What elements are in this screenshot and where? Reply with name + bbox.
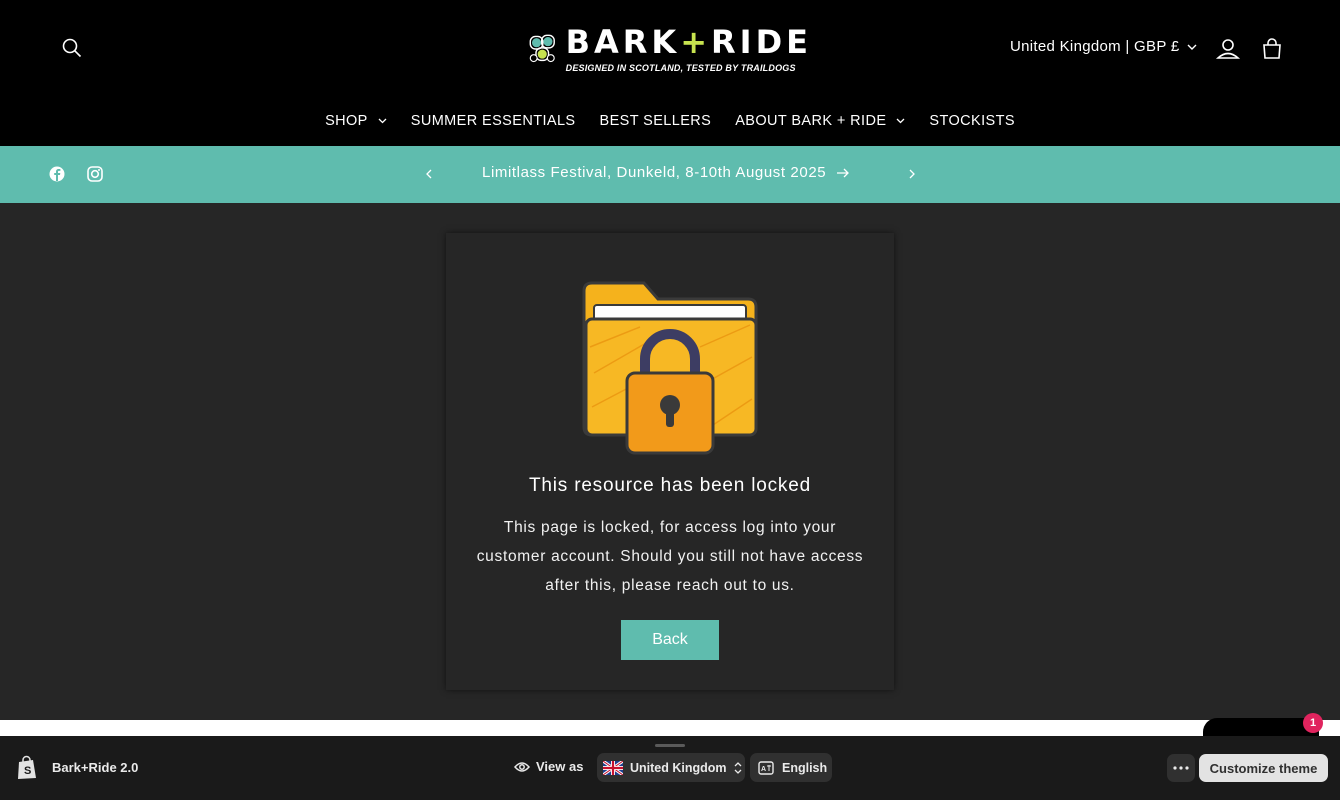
chevron-down-icon bbox=[1187, 44, 1197, 50]
chevron-down-icon bbox=[896, 118, 905, 124]
search-button[interactable] bbox=[58, 34, 86, 62]
site-logo[interactable]: BARK+RIDE DESIGNED IN SCOTLAND, TESTED B… bbox=[528, 20, 812, 78]
preview-language-select[interactable]: A English bbox=[750, 753, 832, 782]
svg-text:S: S bbox=[24, 765, 31, 777]
shopify-preview-bar: S Bark+Ride 2.0 View as United Kingdom A… bbox=[0, 736, 1340, 800]
back-button[interactable]: Back bbox=[621, 620, 719, 660]
nav-item-about[interactable]: ABOUT BARK + RIDE bbox=[723, 106, 917, 136]
nav-label: SUMMER ESSENTIALS bbox=[410, 113, 576, 129]
cart-icon bbox=[1263, 38, 1281, 59]
nav-label: SHOP bbox=[325, 113, 368, 129]
country-label: United Kingdom | GBP £ bbox=[1010, 38, 1180, 55]
announcement-prev-button[interactable] bbox=[420, 164, 440, 184]
facebook-icon bbox=[49, 166, 65, 182]
drag-handle[interactable] bbox=[655, 744, 685, 747]
nav-item-summer-essentials[interactable]: SUMMER ESSENTIALS bbox=[399, 106, 588, 136]
chevron-right-icon bbox=[909, 169, 915, 179]
account-button[interactable] bbox=[1214, 35, 1242, 63]
logo-tagline: DESIGNED IN SCOTLAND, TESTED BY TRAILDOG… bbox=[565, 63, 796, 73]
footer-strip bbox=[0, 720, 1340, 736]
customize-theme-button[interactable]: Customize theme bbox=[1199, 754, 1328, 782]
announcement-text: Limitlass Festival, Dunkeld, 8-10th Augu… bbox=[482, 164, 827, 181]
search-icon bbox=[62, 38, 82, 58]
logo-title: BARK+RIDE bbox=[565, 23, 812, 61]
announcement-bar: Limitlass Festival, Dunkeld, 8-10th Augu… bbox=[0, 146, 1340, 203]
nav-item-shop[interactable]: SHOP bbox=[313, 106, 399, 136]
language-icon: A bbox=[758, 760, 774, 775]
locked-message: This page is locked, for access log into… bbox=[476, 519, 864, 594]
cart-button[interactable] bbox=[1258, 35, 1286, 63]
chat-notification-badge: 1 bbox=[1303, 713, 1323, 733]
locked-title: This resource has been locked bbox=[529, 475, 811, 496]
nav-label: STOCKISTS bbox=[929, 113, 1015, 129]
nav-label: ABOUT BARK + RIDE bbox=[735, 113, 887, 129]
nav-label: BEST SELLERS bbox=[599, 113, 712, 129]
country-currency-selector[interactable]: United Kingdom | GBP £ bbox=[1010, 38, 1197, 55]
announcement-next-button[interactable] bbox=[902, 164, 922, 184]
nav-item-stockists[interactable]: STOCKISTS bbox=[917, 106, 1027, 136]
more-horizontal-icon bbox=[1173, 766, 1189, 770]
account-icon bbox=[1215, 39, 1241, 59]
view-as-text: View as bbox=[536, 759, 584, 774]
arrow-right-icon bbox=[837, 168, 850, 177]
preview-language-label: English bbox=[782, 760, 828, 775]
instagram-link[interactable] bbox=[85, 164, 105, 184]
announcement-link[interactable]: Limitlass Festival, Dunkeld, 8-10th Augu… bbox=[482, 164, 850, 181]
nav-item-best-sellers[interactable]: BEST SELLERS bbox=[588, 106, 724, 136]
logo-text: BARK+RIDE DESIGNED IN SCOTLAND, TESTED B… bbox=[566, 25, 812, 73]
instagram-icon bbox=[87, 166, 103, 182]
main-nav: SHOP SUMMER ESSENTIALS BEST SELLERS ABOU… bbox=[0, 106, 1340, 136]
shopify-bag-icon: S bbox=[18, 755, 36, 779]
svg-text:A: A bbox=[761, 766, 766, 773]
facebook-link[interactable] bbox=[47, 164, 67, 184]
locked-folder-icon bbox=[582, 281, 758, 455]
logo-mark-icon bbox=[529, 34, 555, 63]
site-header: BARK+RIDE DESIGNED IN SCOTLAND, TESTED B… bbox=[0, 0, 1340, 146]
view-as-label: View as bbox=[514, 759, 583, 774]
eye-icon bbox=[514, 761, 530, 772]
select-arrows-icon bbox=[734, 761, 741, 774]
theme-name: Bark+Ride 2.0 bbox=[52, 760, 139, 775]
uk-flag-icon bbox=[603, 760, 623, 775]
more-options-button[interactable] bbox=[1167, 754, 1195, 782]
chevron-down-icon bbox=[378, 118, 387, 124]
chevron-left-icon bbox=[426, 169, 432, 179]
preview-country-label: United Kingdom bbox=[630, 760, 727, 775]
locked-resource-card: This resource has been locked This page … bbox=[446, 233, 894, 690]
preview-country-select[interactable]: United Kingdom bbox=[597, 753, 745, 782]
